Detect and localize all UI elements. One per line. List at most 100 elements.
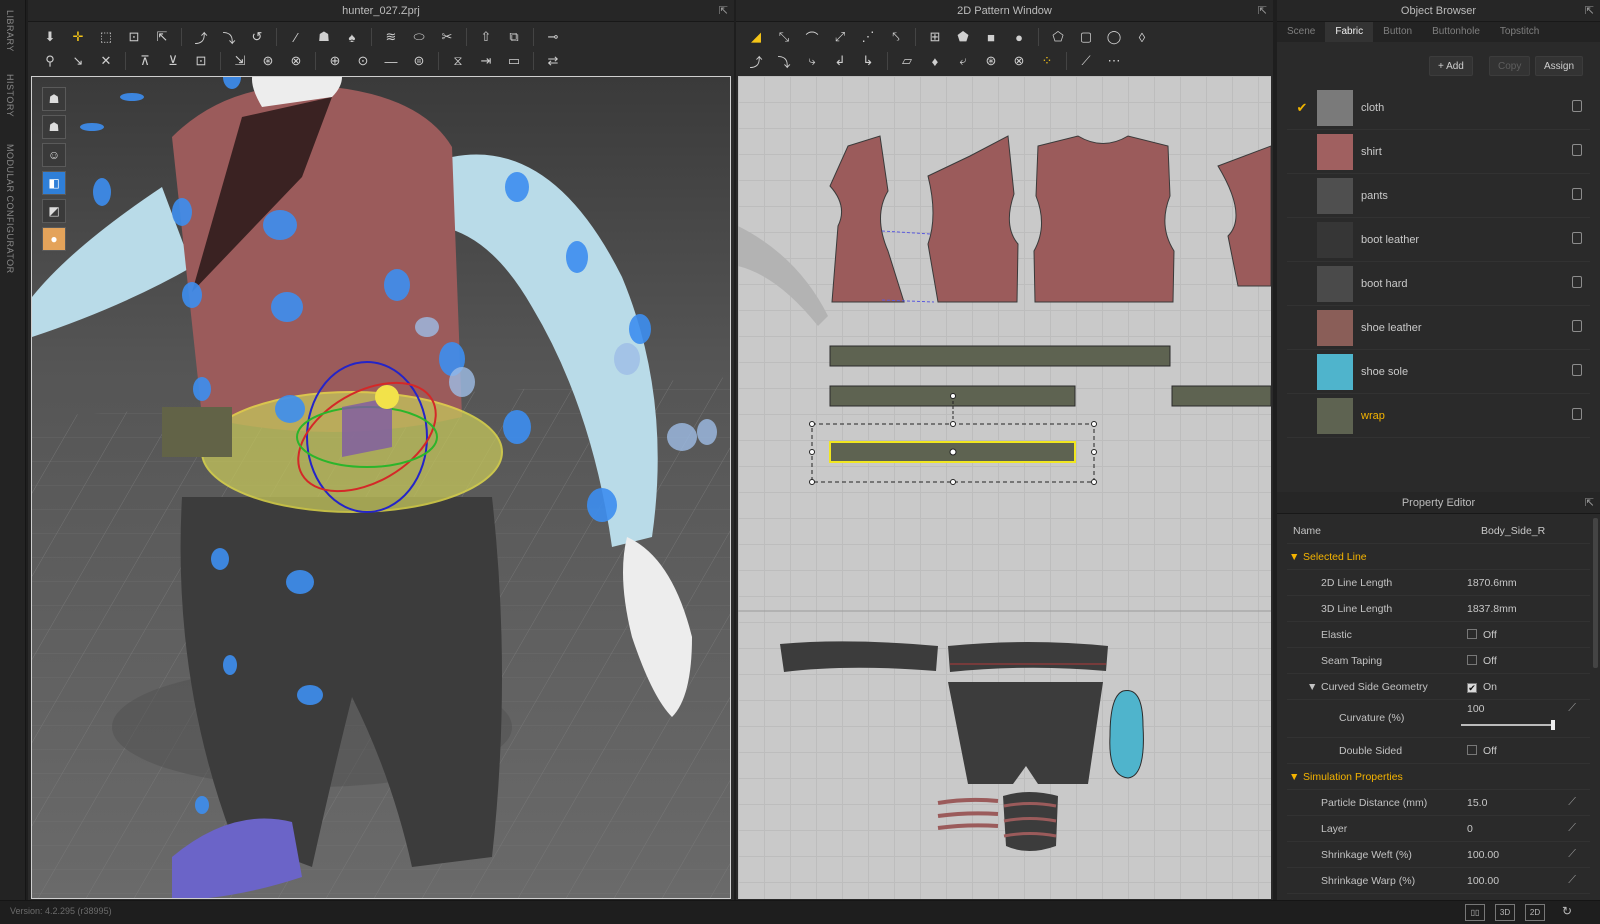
fabric-item-wrap[interactable]: wrap [1287,394,1590,438]
fabric-item-cloth[interactable]: ✔ cloth [1287,86,1590,130]
button-2d-icon[interactable]: ⊛ [979,50,1003,72]
transform-pattern-icon[interactable]: ⊞ [923,26,947,48]
segment-sewing-icon[interactable]: ⤴ [744,50,768,72]
fabric-item-boot-hard[interactable]: boot hard [1287,262,1590,306]
expand-icon[interactable]: ⇱ [1258,0,1267,22]
shrinkage-warp-value[interactable]: 100.00 [1467,875,1499,887]
name-value[interactable]: Body_Side_R [1481,525,1545,537]
split-view-icon[interactable]: ▯▯ [1465,904,1485,921]
lock-icon[interactable] [1572,276,1582,288]
tack-on-avatar-icon[interactable]: ↳ [856,50,880,72]
sewing-check-icon[interactable]: ↲ [828,50,852,72]
tab-fabric[interactable]: Fabric [1325,22,1374,42]
pencil-icon[interactable]: ⟋ [1568,796,1576,809]
freeze-icon[interactable]: ⧉ [502,26,526,48]
side-tab-library[interactable]: LIBRARY [5,10,15,52]
add-button-icon[interactable]: ⊕ [323,50,347,72]
collapse-arrow-icon[interactable]: ▼ [1307,681,1317,693]
lock-icon[interactable] [1572,232,1582,244]
circle-button-icon[interactable]: ⊙ [351,50,375,72]
pose-icon[interactable]: ⚲ [38,50,62,72]
show-texture-icon[interactable]: ◧ [42,171,66,195]
pencil-icon[interactable]: ⟋ [1568,874,1576,887]
arrange-points-icon[interactable]: ⇄ [541,50,565,72]
add-point-icon[interactable]: ⋰ [856,26,880,48]
section-selected-line[interactable]: ▼ Selected Line [1287,544,1590,570]
pull-icon[interactable]: ⇥ [474,50,498,72]
garment-icon[interactable]: ♠ [340,26,364,48]
side-tab-modular-configurator[interactable]: MODULAR CONFIGURATOR [5,144,15,274]
fabric-item-shoe-sole[interactable]: shoe sole [1287,350,1590,394]
internal-rectangle-icon[interactable]: ▢ [1074,26,1098,48]
show-skin-icon[interactable]: ● [42,227,66,251]
pin-arrange-icon[interactable]: ✕ [94,50,118,72]
curvature-slider[interactable] [1461,720,1555,730]
polygon-icon[interactable]: ⬟ [951,26,975,48]
select-pin-icon[interactable]: ↘ [66,50,90,72]
shrinkage-weft-value[interactable]: 100.00 [1467,849,1499,861]
edit-point-icon[interactable]: ⤡ [772,26,796,48]
texture-icon[interactable]: ⬭ [407,26,431,48]
brush-icon[interactable]: ⁄ [284,26,308,48]
elastic-checkbox[interactable]: Off [1467,629,1497,641]
internal-polygon-icon[interactable]: ⬠ [1046,26,1070,48]
fabric-item-shoe-leather[interactable]: shoe leather [1287,306,1590,350]
pin-icon[interactable]: ↺ [245,26,269,48]
puckering-icon[interactable]: ⧖ [446,50,470,72]
dashed-line-icon[interactable]: ⋯ [1102,50,1126,72]
edit-curve-icon[interactable]: ⌒ [800,26,824,48]
show-avatar-icon[interactable]: ☗ [42,87,66,111]
copy-button[interactable]: Copy [1489,56,1531,76]
measure-icon[interactable]: ⊸ [541,26,565,48]
internal-circle-icon[interactable]: ◯ [1102,26,1126,48]
property-editor-scrollbar[interactable] [1593,518,1598,668]
cut-icon[interactable]: ⤣ [884,26,908,48]
tack-icon[interactable]: ⤴ [189,26,213,48]
lock-icon[interactable] [1572,408,1582,420]
edit-pattern-icon[interactable]: ◢ [744,26,768,48]
remove-tape-icon[interactable]: ⊡ [189,50,213,72]
avatar-icon[interactable]: ☗ [312,26,336,48]
pencil-icon[interactable]: ⟋ [1568,702,1576,715]
particle-distance-value[interactable]: 15.0 [1467,797,1487,809]
fold-arrange-icon[interactable]: ⇧ [474,26,498,48]
pencil-icon[interactable]: ⟋ [1568,848,1576,861]
dart-icon[interactable]: ◊ [1130,26,1154,48]
circle-icon[interactable]: ● [1007,26,1031,48]
select-points-icon[interactable]: ⁘ [1035,50,1059,72]
select-move-icon[interactable]: ⬇ [38,26,62,48]
steam-icon[interactable]: ≋ [379,26,403,48]
show-garment-icon[interactable]: ☗ [42,115,66,139]
lock-icon[interactable] [1572,364,1582,376]
expand-icon[interactable]: ⇱ [719,0,728,22]
buttonhole-2d-icon[interactable]: ⊗ [1007,50,1031,72]
tab-topstitch[interactable]: Topstitch [1490,22,1549,42]
button-icon[interactable]: ⊛ [256,50,280,72]
lock-icon[interactable] [1572,188,1582,200]
tab-scene[interactable]: Scene [1277,22,1325,42]
shirt-icon[interactable]: ♦ [923,50,947,72]
curved-geometry-checkbox[interactable]: ✔ On [1467,681,1497,693]
fabric-item-pants[interactable]: pants [1287,174,1590,218]
edit-sewing-icon[interactable]: ⤷ [800,50,824,72]
2d-pattern-canvas[interactable] [738,76,1271,899]
seam-taping-checkbox[interactable]: Off [1467,655,1497,667]
fold-icon[interactable]: ⇱ [150,26,174,48]
free-sewing-icon[interactable]: ⤵ [772,50,796,72]
rectangle-icon[interactable]: ■ [979,26,1003,48]
move-icon[interactable]: ✛ [66,26,90,48]
show-fabric-icon[interactable]: ◩ [42,199,66,223]
tack-remove-icon[interactable]: ⤵ [217,26,241,48]
marquee-icon[interactable]: ⬚ [94,26,118,48]
lock-icon[interactable] [1572,320,1582,332]
show-pose-icon[interactable]: ☺ [42,143,66,167]
curvature-value[interactable]: 100 [1467,703,1485,715]
curve-point-icon[interactable]: ⤢ [828,26,852,48]
transform-icon[interactable]: ⊡ [122,26,146,48]
view-3d-button[interactable]: 3D [1495,904,1515,921]
fabric-item-boot-leather[interactable]: boot leather [1287,218,1590,262]
section-simulation-properties[interactable]: ▼ Simulation Properties [1287,764,1590,790]
pencil-icon[interactable]: ⟋ [1568,822,1576,835]
double-sided-checkbox[interactable]: Off [1467,745,1497,757]
lock-icon[interactable] [1572,144,1582,156]
